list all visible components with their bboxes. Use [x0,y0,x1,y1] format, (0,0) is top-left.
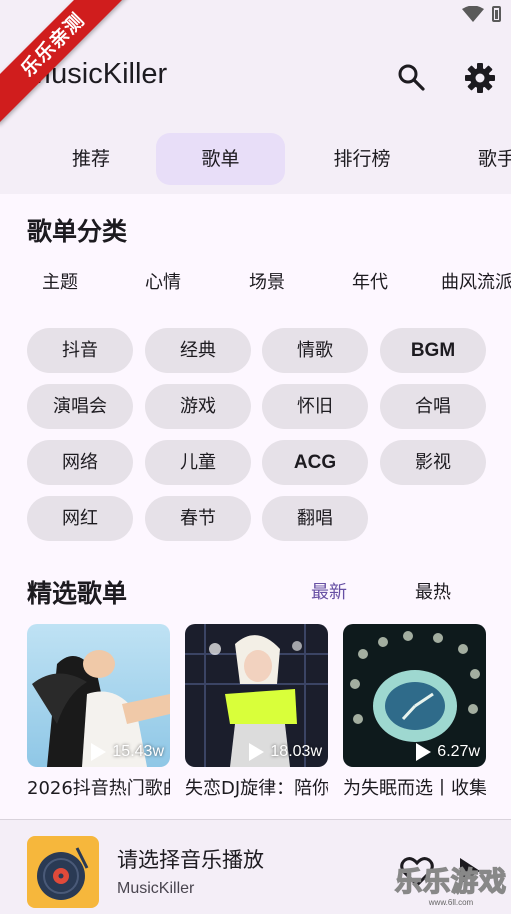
tab-artists[interactable]: 歌手 [478,133,511,185]
watermark-logo: 乐乐游戏 www.6ll.com [394,867,507,910]
play-count-value: 6.27w [437,743,480,760]
chip-classic[interactable]: 经典 [145,328,251,373]
chip-concert[interactable]: 演唱会 [27,384,133,429]
playlist-title: 为失眠而选丨收集周音的配乐 [343,778,486,799]
player-title: 请选择音乐播放 [117,848,264,872]
play-count-value: 15.43w [112,743,164,760]
battery-icon [492,6,501,22]
vinyl-icon [37,847,89,900]
chip-film-tv[interactable]: 影视 [380,440,486,485]
play-icon [249,743,265,761]
chip-nostalgia[interactable]: 怀旧 [262,384,368,429]
play-count-value: 18.03w [270,743,322,760]
status-icons [462,6,501,22]
chip-bgm[interactable]: BGM [380,328,486,373]
wifi-icon [462,6,484,22]
category-tab-era[interactable]: 年代 [352,268,388,294]
chip-internet[interactable]: 网络 [27,440,133,485]
playlist-title: 失恋DJ旋律：陪你看日出 [185,778,328,799]
category-tab-scene[interactable]: 场景 [249,268,285,294]
play-count: 18.03w [249,743,322,761]
category-tab-genre[interactable]: 曲风流派 [441,268,511,294]
play-count: 15.43w [91,743,164,761]
playlist-cover[interactable]: 6.27w [343,624,486,767]
tab-charts[interactable]: 排行榜 [305,133,419,185]
category-tab-mood[interactable]: 心情 [145,268,181,294]
search-icon[interactable] [396,62,426,92]
gear-icon[interactable] [464,62,496,94]
ribbon-label: 乐乐亲测 [0,0,133,125]
playlist-card[interactable]: 6.27w 为失眠而选丨收集周音的配乐 [343,624,486,815]
play-count: 6.27w [416,743,480,761]
featured-section-title: 精选歌单 [27,579,128,608]
category-tab-theme[interactable]: 主题 [42,268,78,294]
playlist-cover[interactable]: 15.43w [27,624,170,767]
chip-spring-festival[interactable]: 春节 [145,496,251,541]
watermark-text: 乐乐游戏 [394,867,507,899]
chip-children[interactable]: 儿童 [145,440,251,485]
chip-game[interactable]: 游戏 [145,384,251,429]
chip-acg[interactable]: ACG [262,440,368,485]
chip-influencer[interactable]: 网红 [27,496,133,541]
sort-latest-tab[interactable]: 最新 [311,578,347,604]
watermark-url: www.6ll.com [428,898,474,907]
chip-cover[interactable]: 翻唱 [262,496,368,541]
chip-love-songs[interactable]: 情歌 [262,328,368,373]
playlist-cover[interactable]: 18.03w [185,624,328,767]
chip-douyin[interactable]: 抖音 [27,328,133,373]
content-sheet: 歌单分类 主题 心情 场景 年代 曲风流派 抖音 经典 情歌 BGM 演唱会 游… [0,194,511,819]
player-subtitle: MusicKiller [117,880,195,897]
playlist-card[interactable]: 18.03w 失恋DJ旋律：陪你看日出 [185,624,328,815]
playlist-card[interactable]: 15.43w 2026抖音热门歌曲合集【精选】 [27,624,170,815]
category-section-title: 歌单分类 [27,217,128,246]
promo-ribbon: 乐乐亲测 [0,0,140,140]
chip-chorus[interactable]: 合唱 [380,384,486,429]
play-icon [416,743,432,761]
tab-recommend[interactable]: 推荐 [34,133,148,185]
sort-hottest-tab[interactable]: 最热 [415,578,451,604]
album-art[interactable] [27,836,99,908]
playlist-title: 2026抖音热门歌曲合集【精选】 [27,778,170,799]
play-icon [91,743,107,761]
main-tabs: 推荐 歌单 排行榜 歌手 [0,133,511,185]
tab-playlists[interactable]: 歌单 [156,133,285,185]
